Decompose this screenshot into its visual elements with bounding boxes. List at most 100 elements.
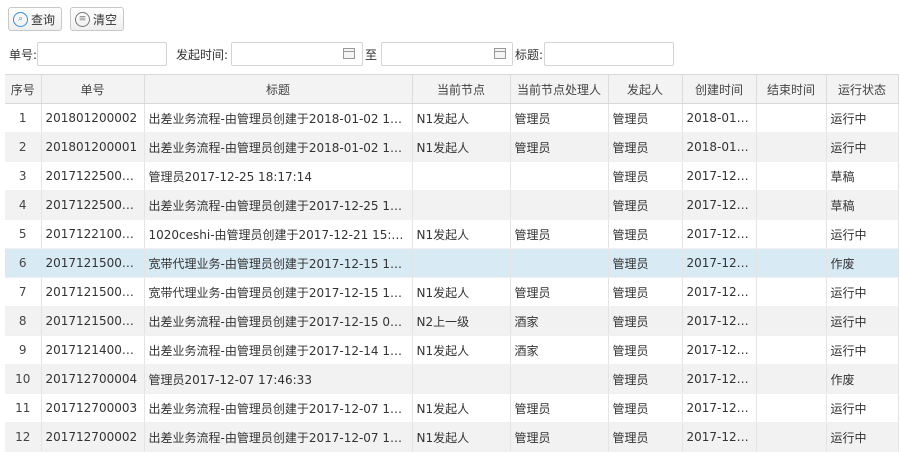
end-time-cell [756,132,827,162]
run-status-cell: 运行中 [826,103,899,133]
created-time-cell: 2017-12-... [682,277,757,307]
order-no-cell: 20171214000... [41,335,145,365]
table-row[interactable]: 1 201801200002 出差业务流程-由管理员创建于2018-01-02 15… [5,103,899,133]
title-input[interactable] [544,42,674,66]
order-no-cell: 201712700002 [41,422,145,452]
title-cell: 宽带代理业务-由管理员创建于2017-12-15 16:... [144,248,413,278]
title-cell: 出差业务流程-由管理员创建于2017-12-25 18:... [144,190,413,220]
table-row[interactable]: 11 201712700003 出差业务流程-由管理员创建于2017-12-07 1… [5,393,899,423]
end-time-cell [756,364,827,394]
run-status-cell: 运行中 [826,219,899,249]
clear-button[interactable]: ≡ 清空 [70,7,125,31]
query-button-label: 查询 [31,12,56,27]
column-header[interactable]: 运行状态 [826,74,899,104]
node-handler-cell [510,364,609,394]
table-row[interactable]: 4 20171225000... 出差业务流程-由管理员创建于2017-12-25 … [5,190,899,220]
run-status-cell: 草稿 [826,190,899,220]
node-handler-cell: 管理员 [510,219,609,249]
table-row[interactable]: 3 20171225000... 管理员2017-12-25 18:17:14 管理员… [5,161,899,191]
starter-cell: 管理员 [608,422,683,452]
table-row[interactable]: 9 20171214000... 出差业务流程-由管理员创建于2017-12-14 … [5,335,899,365]
order-no-input[interactable] [37,42,167,66]
end-time-cell [756,306,827,336]
created-time-cell: 2017-12-... [682,219,757,249]
column-header[interactable]: 序号 [5,74,42,104]
current-node-cell [412,190,511,220]
table-row[interactable]: 2 201801200001 出差业务流程-由管理员创建于2018-01-02 15… [5,132,899,162]
table-row[interactable]: 12 201712700002 出差业务流程-由管理员创建于2017-12-07 1… [5,422,899,452]
table-row[interactable]: 10 201712700004 管理员2017-12-07 17:46:33 管理员 2… [5,364,899,394]
toolbar: ⌕ 查询 ≡ 清空 [8,7,125,33]
starter-cell: 管理员 [608,219,683,249]
order-no-cell: 20171215000... [41,277,145,307]
order-no-cell: 20171225000... [41,161,145,191]
run-status-cell: 运行中 [826,422,899,452]
created-time-cell: 2017-12-... [682,161,757,191]
table-row[interactable]: 6 20171215000... 宽带代理业务-由管理员创建于2017-12-15 … [5,248,899,278]
table-row[interactable]: 7 20171215000... 宽带代理业务-由管理员创建于2017-12-15 … [5,277,899,307]
current-node-cell [412,364,511,394]
title-label: 标题: [515,48,544,62]
end-time-cell [756,219,827,249]
column-header[interactable]: 发起人 [608,74,683,104]
created-time-cell: 2017-12-... [682,335,757,365]
order-no-cell: 201712700003 [41,393,145,423]
order-no-cell: 20171215000... [41,248,145,278]
table-row[interactable]: 5 20171221000... 1020ceshi-由管理员创建于2017-12-… [5,219,899,249]
node-handler-cell: 管理员 [510,422,609,452]
run-status-cell: 作废 [826,364,899,394]
created-time-cell: 2017-12-... [682,248,757,278]
title-cell: 出差业务流程-由管理员创建于2018-01-02 15:... [144,132,413,162]
column-header[interactable]: 创建时间 [682,74,757,104]
column-header[interactable]: 结束时间 [756,74,827,104]
end-time-cell [756,277,827,307]
run-status-cell: 运行中 [826,277,899,307]
starter-cell: 管理员 [608,248,683,278]
order-no-cell: 201801200002 [41,103,145,133]
node-handler-cell [510,248,609,278]
row-index-cell: 5 [5,219,42,249]
query-button[interactable]: ⌕ 查询 [8,7,63,31]
end-time-cell [756,103,827,133]
end-time-cell [756,335,827,365]
created-time-cell: 2017-12-... [682,306,757,336]
row-index-cell: 10 [5,364,42,394]
calendar-icon[interactable] [343,48,355,59]
process-table: 序号 单号 标题 当前节点 当前节点处理人 发起人 创建时间 结束时间 运行状态… [5,74,899,452]
start-time-label: 发起时间: [176,48,229,62]
title-cell: 出差业务流程-由管理员创建于2017-12-14 17:... [144,335,413,365]
table-row[interactable]: 8 20171215000... 出差业务流程-由管理员创建于2017-12-15 … [5,306,899,336]
title-cell: 出差业务流程-由管理员创建于2018-01-02 15:... [144,103,413,133]
title-cell: 管理员2017-12-25 18:17:14 [144,161,413,191]
column-header[interactable]: 当前节点 [412,74,511,104]
run-status-cell: 草稿 [826,161,899,191]
title-cell: 宽带代理业务-由管理员创建于2017-12-15 16:... [144,277,413,307]
row-index-cell: 11 [5,393,42,423]
current-node-cell: N1发起人 [412,103,511,133]
column-header[interactable]: 标题 [144,74,413,104]
node-handler-cell [510,190,609,220]
title-cell: 出差业务流程-由管理员创建于2017-12-07 17:... [144,422,413,452]
order-no-cell: 20171225000... [41,190,145,220]
created-time-cell: 2017-12-... [682,364,757,394]
run-status-cell: 运行中 [826,335,899,365]
row-index-cell: 8 [5,306,42,336]
current-node-cell [412,161,511,191]
clear-button-label: 清空 [93,12,118,27]
row-index-cell: 1 [5,103,42,133]
starter-cell: 管理员 [608,364,683,394]
end-time-cell [756,422,827,452]
node-handler-cell: 管理员 [510,277,609,307]
node-handler-cell [510,161,609,191]
node-handler-cell: 管理员 [510,393,609,423]
node-handler-cell: 酒家 [510,335,609,365]
column-header[interactable]: 当前节点处理人 [510,74,609,104]
order-no-cell: 201712700004 [41,364,145,394]
to-label: 至 [365,48,378,62]
row-index-cell: 6 [5,248,42,278]
current-node-cell: N1发起人 [412,132,511,162]
calendar-icon[interactable] [494,48,506,59]
created-time-cell: 2018-01-... [682,103,757,133]
column-header[interactable]: 单号 [41,74,145,104]
current-node-cell: N1发起人 [412,219,511,249]
